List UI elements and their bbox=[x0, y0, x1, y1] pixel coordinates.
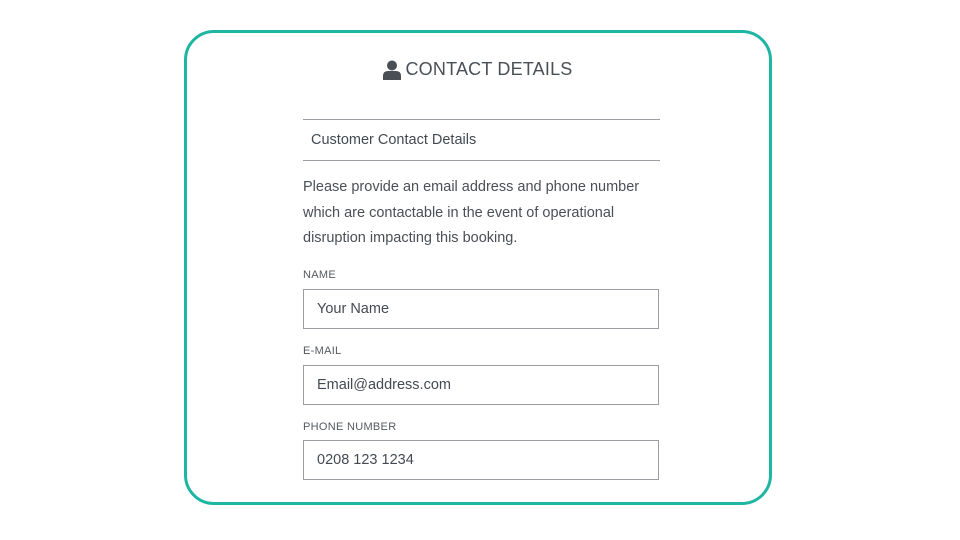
name-field[interactable]: Your Name bbox=[303, 289, 659, 329]
page-title: CONTACT DETAILS bbox=[405, 59, 573, 79]
name-label: NAME bbox=[303, 269, 336, 281]
card-heading: CONTACT DETAILS bbox=[187, 59, 769, 80]
user-icon bbox=[383, 60, 402, 80]
section-header: Customer Contact Details bbox=[303, 119, 660, 161]
email-field[interactable]: Email@address.com bbox=[303, 365, 659, 405]
instructions-text: Please provide an email address and phon… bbox=[303, 179, 640, 246]
contact-details-card: CONTACT DETAILS Customer Contact Details… bbox=[184, 30, 772, 505]
phone-label: PHONE NUMBER bbox=[303, 421, 397, 433]
email-label: E-MAIL bbox=[303, 345, 342, 357]
phone-field[interactable]: 0208 123 1234 bbox=[303, 440, 659, 480]
